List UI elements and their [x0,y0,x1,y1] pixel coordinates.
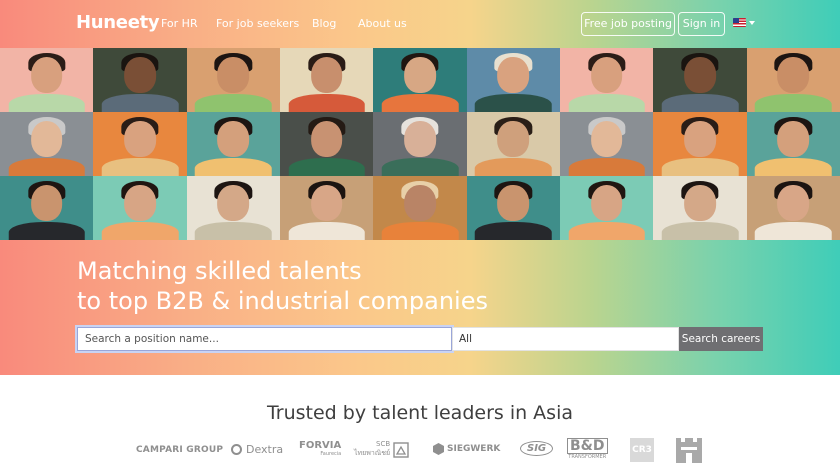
talent-photo [280,176,374,240]
siegwerk-text: SIEGWERK [447,444,501,454]
logo-scb: SCB ไทยพาณิชย์ [354,440,409,459]
forvia-sub: Faurecia [320,451,342,457]
talent-photo [186,48,280,112]
talent-photo [186,112,280,176]
bnd-sub: TRANSFORMER [568,454,607,460]
talent-photo [280,112,374,176]
talent-photo [746,112,840,176]
nav-link-for-job-seekers[interactable]: For job seekers [216,17,299,30]
logo-bnd: B&D TRANSFORMER [567,438,608,460]
trusted-title: Trusted by talent leaders in Asia [266,402,574,424]
talent-photo [373,112,467,176]
castle-icon [676,438,702,463]
talent-photo [0,112,94,176]
dextra-circle-icon [231,444,242,455]
talent-photo [560,176,654,240]
talent-photo [466,176,560,240]
talent-photo [0,176,94,240]
chevron-down-icon [749,20,755,25]
talent-photo [280,48,374,112]
search-bar: All Search careers [75,325,763,353]
talent-photo [186,176,280,240]
talent-photo [746,48,840,112]
location-select[interactable]: All [452,327,679,351]
logo-sig: SIG [520,441,554,456]
headline-line-2: to top B2B & industrial companies [77,287,488,315]
talent-photo [93,112,187,176]
talent-photo [466,112,560,176]
us-flag-icon [733,18,746,27]
talent-photo [560,112,654,176]
nav-link-blog[interactable]: Blog [312,17,336,30]
talent-photo [93,48,187,112]
hero-headline: Matching skilled talents to top B2B & in… [77,256,488,316]
talent-photo [746,176,840,240]
talent-photo [653,112,747,176]
talent-photo [653,176,747,240]
talent-photo [560,48,654,112]
sign-in-button[interactable]: Sign in [678,12,725,36]
logo[interactable]: Huneety [76,12,160,33]
forvia-text: FORVIA [299,440,342,451]
search-careers-button[interactable]: Search careers [679,327,763,351]
talent-photo [0,48,94,112]
talent-photo [653,48,747,112]
talent-photo [373,176,467,240]
logo-dextra: Dextra [231,443,283,456]
position-search-input[interactable] [75,325,454,353]
talent-photo-grid [0,48,840,240]
talent-photo [373,48,467,112]
logo-forvia: FORVIA Faurecia [299,440,341,457]
siegwerk-hex-icon [433,443,444,455]
logo-castle [675,436,703,468]
hero-section: Huneety For HR For job seekers Blog Abou… [0,0,840,375]
dextra-text: Dextra [246,443,284,456]
nav-link-about-us[interactable]: About us [358,17,407,30]
scb-house-icon [393,441,409,458]
top-nav: Huneety For HR For job seekers Blog Abou… [0,0,840,48]
talent-photo [93,176,187,240]
language-selector[interactable] [733,18,755,27]
nav-link-for-hr[interactable]: For HR [161,17,198,30]
logo-siegwerk: SIEGWERK [433,443,500,455]
free-job-posting-button[interactable]: Free job posting [581,12,675,36]
client-logos: CAMPARI GROUP Dextra FORVIA Faurecia SCB… [0,436,840,464]
headline-line-1: Matching skilled talents [77,257,362,285]
talent-photo [466,48,560,112]
scb-sub: ไทยพาณิชย์ [354,449,391,457]
scb-text: SCB [376,440,391,448]
logo-campari-group: CAMPARI GROUP [136,445,224,455]
bnd-text: B&D [567,438,608,454]
logo-cr3: CR3 [630,438,654,462]
